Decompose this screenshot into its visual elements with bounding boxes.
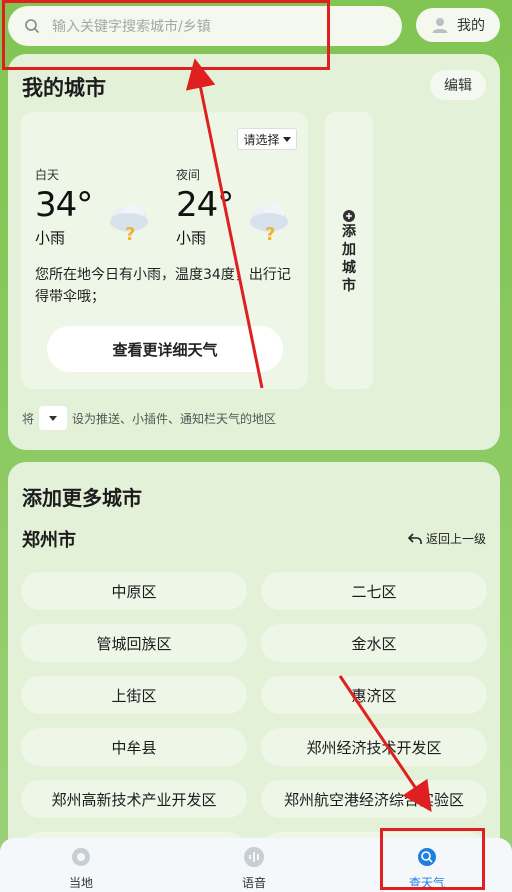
svg-text:?: ? xyxy=(265,224,275,245)
back-arrow-icon xyxy=(407,532,422,545)
district-item[interactable]: 管城回族区 xyxy=(21,624,247,662)
day-temp: 34° xyxy=(35,185,93,225)
day-weather: 白天 34° 小雨 xyxy=(35,166,93,248)
annotation-box-nav xyxy=(380,828,485,890)
view-detail-button[interactable]: 查看更详细天气 xyxy=(47,326,283,372)
nav-item-local[interactable]: 当地 xyxy=(31,846,131,891)
nav-item-voice[interactable]: 语音 xyxy=(204,846,304,891)
back-label: 返回上一级 xyxy=(425,532,486,546)
city-select-label: 请选择 xyxy=(243,132,280,147)
edit-button[interactable]: 编辑 xyxy=(430,70,486,100)
plus-icon xyxy=(343,207,355,222)
night-temp: 24° xyxy=(176,185,234,225)
current-city-name: 郑州市 xyxy=(22,530,76,551)
annotation-box-search xyxy=(2,0,330,70)
district-item[interactable]: 郑州经济技术开发区 xyxy=(261,728,487,766)
district-item[interactable]: 郑州航空港经济综合实验区 xyxy=(261,780,487,818)
district-item[interactable]: 中牟县 xyxy=(21,728,247,766)
chevron-down-icon xyxy=(49,415,58,421)
chevron-down-icon xyxy=(282,136,291,142)
my-profile-label: 我的 xyxy=(457,18,485,34)
my-city-card: 我的城市 编辑 请选择 白天 34° 小雨 ? 夜间 24° 小雨 ? 您所在地… xyxy=(8,54,500,450)
city-select[interactable]: 请选择 xyxy=(237,128,297,150)
rain-cloud-icon: ? xyxy=(105,198,153,246)
night-label: 夜间 xyxy=(176,168,201,182)
my-city-title: 我的城市 xyxy=(22,76,106,100)
district-item[interactable]: 惠济区 xyxy=(261,676,487,714)
location-icon xyxy=(70,846,92,868)
my-profile-button[interactable]: 我的 xyxy=(416,8,500,42)
add-more-cities-title: 添加更多城市 xyxy=(22,486,142,510)
notice-prefix: 将 xyxy=(22,411,35,426)
nav-label-voice: 语音 xyxy=(241,876,266,890)
add-city-label: 添加城市 xyxy=(342,223,356,294)
rain-cloud-icon: ? xyxy=(245,198,293,246)
night-weather: 夜间 24° 小雨 xyxy=(176,166,234,248)
user-icon xyxy=(431,16,449,34)
notice-city-select[interactable] xyxy=(39,406,68,430)
day-condition: 小雨 xyxy=(35,229,66,247)
add-city-button[interactable]: 添加城市 xyxy=(325,112,373,389)
nav-label-local: 当地 xyxy=(68,876,93,890)
night-condition: 小雨 xyxy=(176,229,207,247)
district-item[interactable]: 上街区 xyxy=(21,676,247,714)
district-item[interactable]: 中原区 xyxy=(21,572,247,610)
notice-row: 将 设为推送、小插件、通知栏天气的地区 xyxy=(22,406,276,430)
weather-card[interactable]: 请选择 白天 34° 小雨 ? 夜间 24° 小雨 ? 您所在地今日有小雨，温度… xyxy=(21,112,308,389)
svg-text:?: ? xyxy=(125,224,135,245)
weather-description: 您所在地今日有小雨，温度34度，出行记得带伞哦； xyxy=(35,267,291,305)
district-item[interactable]: 金水区 xyxy=(261,624,487,662)
district-item[interactable]: 郑州高新技术产业开发区 xyxy=(21,780,247,818)
district-item[interactable]: 二七区 xyxy=(261,572,487,610)
day-label: 白天 xyxy=(35,168,60,182)
notice-suffix: 设为推送、小插件、通知栏天气的地区 xyxy=(72,411,277,426)
voice-icon xyxy=(243,846,265,868)
back-button[interactable]: 返回上一级 xyxy=(407,530,486,547)
